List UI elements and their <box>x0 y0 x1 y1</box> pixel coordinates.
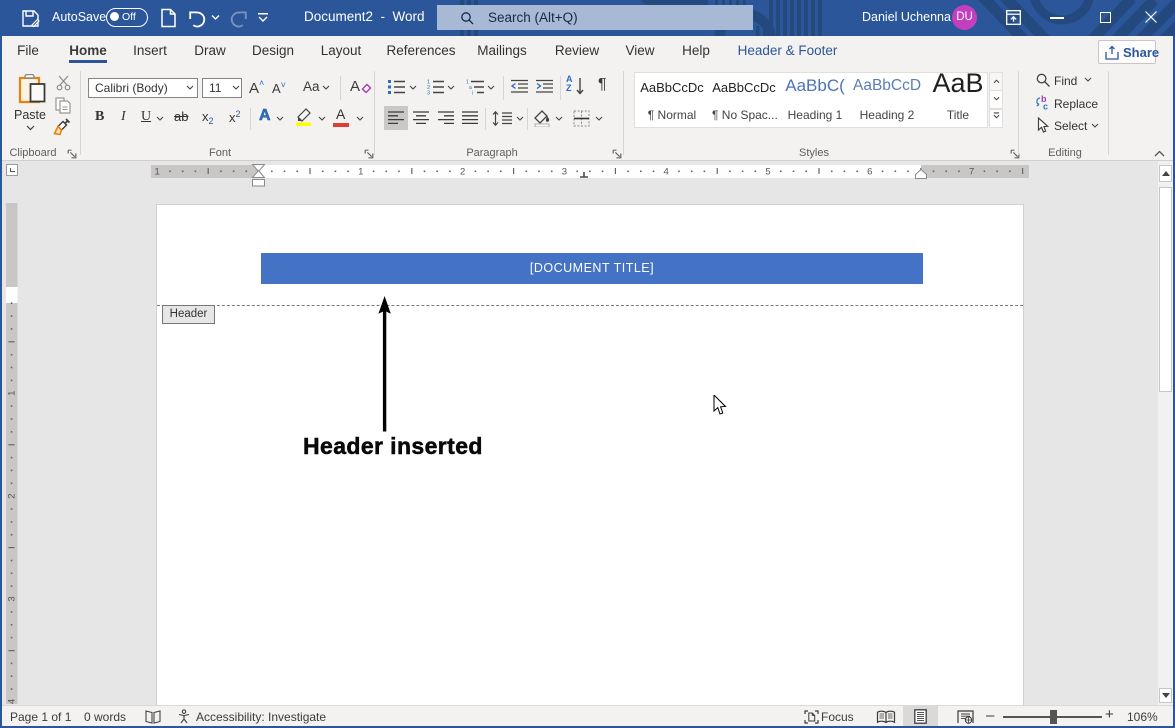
svg-text:i: i <box>472 91 473 95</box>
svg-text:3: 3 <box>6 596 17 601</box>
svg-text:4: 4 <box>6 699 17 704</box>
svg-text:c: c <box>1043 102 1048 111</box>
svg-text:2: 2 <box>6 493 17 498</box>
svg-text:3: 3 <box>427 91 430 95</box>
svg-text:1: 1 <box>6 391 17 396</box>
